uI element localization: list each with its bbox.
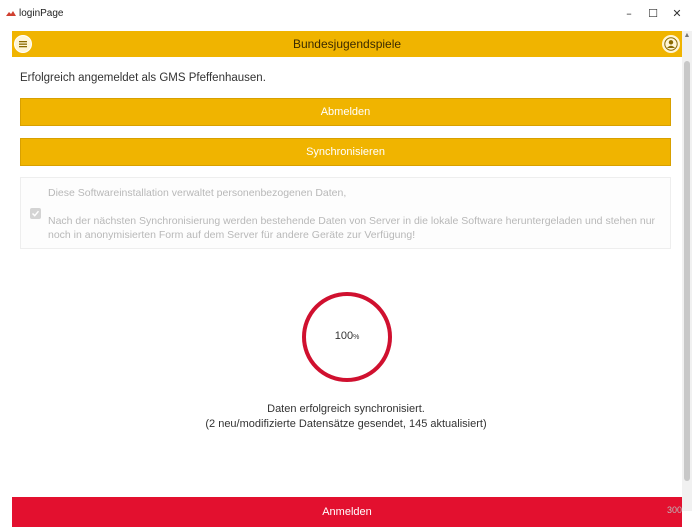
progress-percentage: 100% xyxy=(300,330,394,342)
logout-button[interactable]: Abmelden xyxy=(20,98,671,126)
consent-panel: Diese Softwareinstallation verwaltet per… xyxy=(20,177,671,249)
consent-text-line2: Nach der nächsten Synchronisierung werde… xyxy=(48,215,656,241)
login-status-text: Erfolgreich angemeldet als GMS Pfeffenha… xyxy=(20,72,266,84)
sync-button[interactable]: Synchronisieren xyxy=(20,138,671,166)
vertical-scrollbar[interactable]: ▲ xyxy=(682,31,692,511)
menu-icon xyxy=(19,41,27,48)
consent-checkbox[interactable] xyxy=(30,208,41,219)
consent-text-line1: Diese Softwareinstallation verwaltet per… xyxy=(48,187,347,199)
progress-value: 100 xyxy=(334,330,354,342)
minimize-button[interactable]: – xyxy=(617,4,641,24)
app-icon xyxy=(6,11,16,16)
user-icon xyxy=(664,37,678,51)
close-button[interactable]: ✕ xyxy=(665,4,689,24)
scroll-up-arrow-icon[interactable]: ▲ xyxy=(683,31,691,41)
maximize-button[interactable]: ☐ xyxy=(641,4,665,24)
window-titlebar: loginPage – ☐ ✕ xyxy=(0,0,692,30)
user-button[interactable] xyxy=(662,35,680,53)
window-title: loginPage xyxy=(19,8,64,19)
app-header: Bundesjugendspiele xyxy=(12,31,682,57)
app-title: Bundesjugendspiele xyxy=(292,37,402,51)
menu-button[interactable] xyxy=(14,35,32,53)
progress-unit: % xyxy=(353,334,360,341)
corner-counter: 300 xyxy=(666,505,682,515)
login-button[interactable]: Anmelden xyxy=(12,497,682,527)
checkmark-icon xyxy=(31,210,40,217)
sync-result-details: (2 neu/modifizierte Datensätze gesendet,… xyxy=(205,418,487,430)
sync-result-message: Daten erfolgreich synchronisiert. xyxy=(267,403,425,415)
